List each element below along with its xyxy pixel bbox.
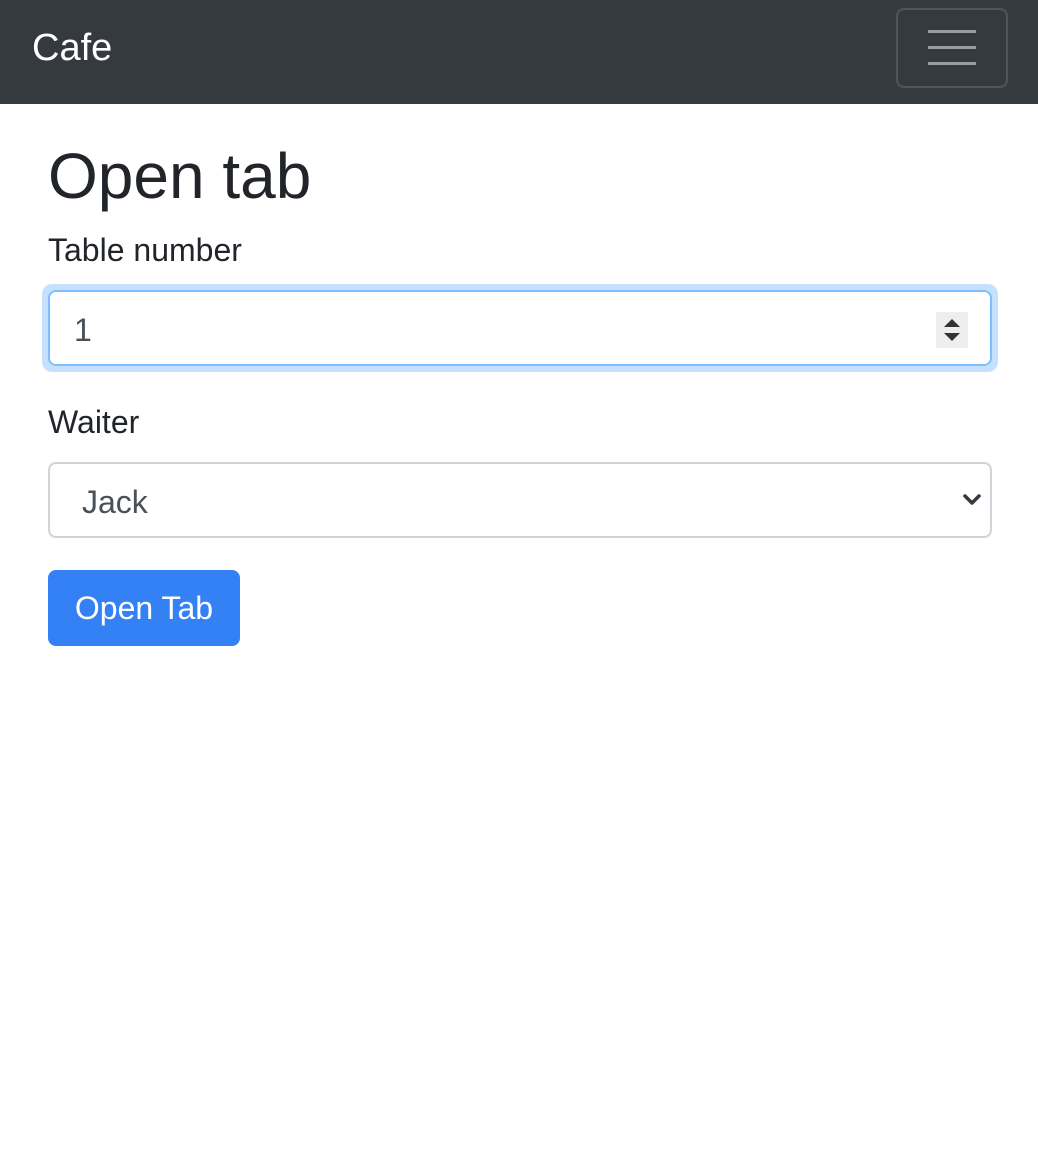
- chevron-down-icon: [963, 494, 981, 505]
- hamburger-menu-icon: [928, 30, 976, 65]
- waiter-select[interactable]: Jack: [48, 462, 992, 538]
- table-number-input[interactable]: 1: [48, 290, 992, 366]
- open-tab-button[interactable]: Open Tab: [48, 570, 240, 646]
- page-title: Open tab: [48, 140, 312, 212]
- table-number-label: Table number: [48, 232, 242, 268]
- navbar: Cafe: [0, 0, 1038, 104]
- table-number-value: 1: [74, 312, 92, 348]
- stepper-arrows-icon: [944, 319, 960, 341]
- waiter-label: Waiter: [48, 404, 140, 440]
- number-stepper[interactable]: [936, 312, 968, 348]
- waiter-selected-value: Jack: [82, 484, 148, 520]
- navbar-brand[interactable]: Cafe: [32, 24, 112, 72]
- navbar-toggler-button[interactable]: [896, 8, 1008, 88]
